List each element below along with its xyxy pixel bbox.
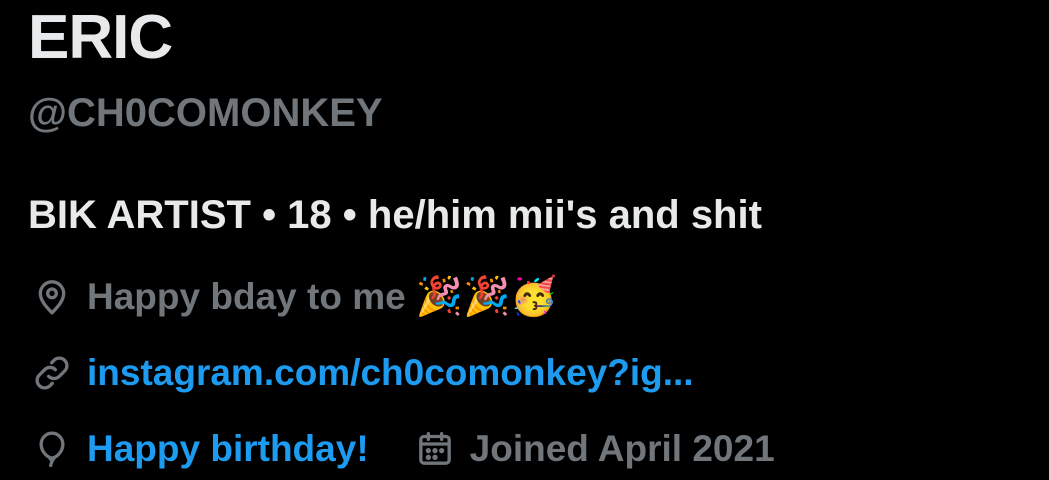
calendar-icon <box>413 427 457 471</box>
display-name: ERIC <box>28 3 173 72</box>
website-link[interactable]: instagram.com/ch0comonkey?ig... <box>87 352 694 394</box>
profile-bio: BIK ARTIST • 18 • he/him mii's and shit <box>28 193 762 237</box>
location-pin-icon <box>30 275 74 319</box>
profile-birthday[interactable]: Happy birthday! <box>30 427 369 471</box>
location-text: Happy bday to me <box>87 276 406 317</box>
birthday-text[interactable]: Happy birthday! <box>87 428 369 470</box>
profile-meta: Happy birthday! Joined April 2021 <box>30 422 775 476</box>
profile-joined: Joined April 2021 <box>413 427 775 471</box>
profile-location: Happy bday to me 🎉🎉🥳 <box>30 270 558 324</box>
balloon-icon <box>30 427 74 471</box>
link-icon <box>30 351 74 395</box>
joined-text: Joined April 2021 <box>469 428 775 469</box>
profile-website[interactable]: instagram.com/ch0comonkey?ig... <box>30 346 694 400</box>
party-emoji: 🎉🎉🥳 <box>415 276 558 318</box>
user-handle: @CH0COMONKEY <box>28 91 383 135</box>
